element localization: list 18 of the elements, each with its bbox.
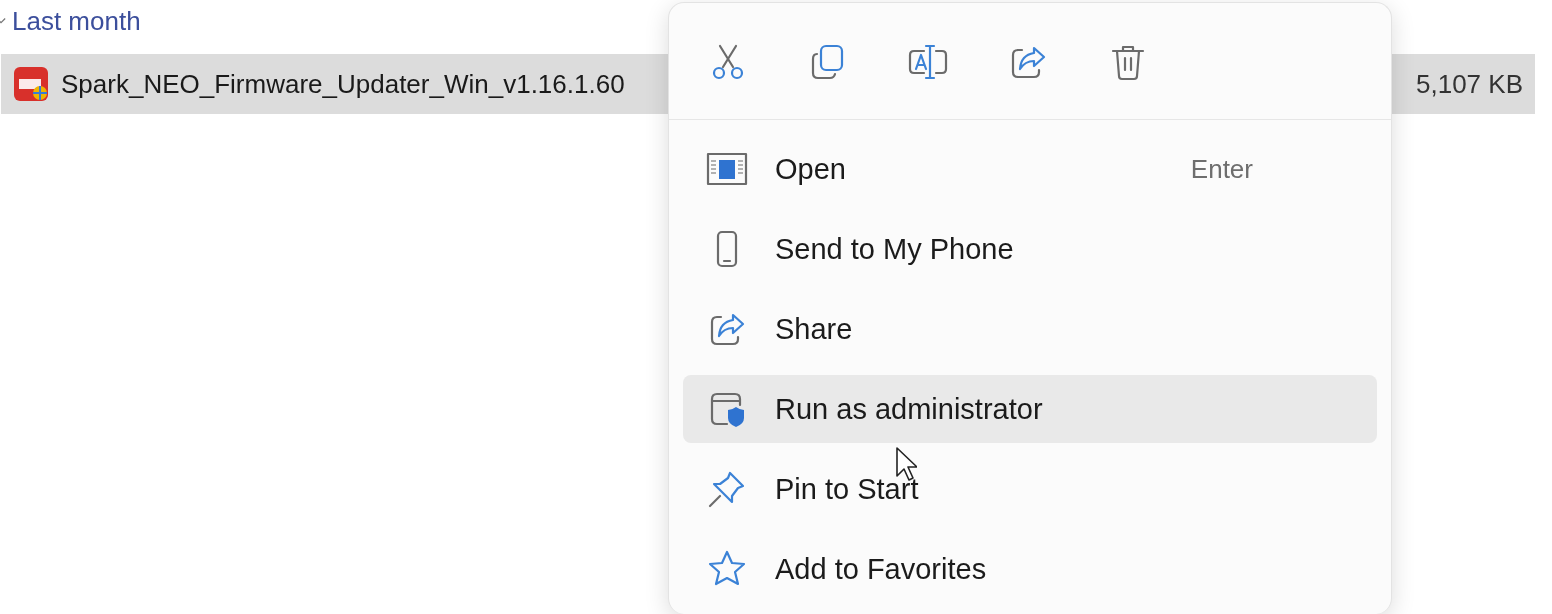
menu-item-label: Run as administrator	[775, 392, 1044, 426]
menu-item[interactable]: Open Enter	[683, 135, 1377, 203]
menu-item[interactable]: Pin to Start	[683, 455, 1377, 523]
menu-item-label: Share	[775, 312, 854, 346]
file-size: 5,107 KB	[1416, 68, 1523, 100]
menu-item[interactable]: Send to My Phone	[683, 215, 1377, 283]
menu-item-label: Send to My Phone	[775, 232, 1015, 266]
file-name: Spark_NEO_Firmware_Updater_Win_v1.16.1.60	[61, 68, 625, 100]
menu-item[interactable]: Share	[683, 295, 1377, 363]
menu-item-label: Open	[775, 152, 847, 186]
rename-icon	[906, 42, 950, 82]
shortcut-hint: Enter	[1190, 153, 1253, 185]
menu-item-label: Add to Favorites	[775, 552, 988, 586]
app-icon	[13, 66, 49, 102]
group-label[interactable]: Last month	[12, 5, 141, 37]
menu-item[interactable]: Add to Favorites	[683, 535, 1377, 603]
menu-item-label: Pin to Start	[775, 472, 920, 506]
menu-item[interactable]: Run as administrator	[683, 375, 1377, 443]
